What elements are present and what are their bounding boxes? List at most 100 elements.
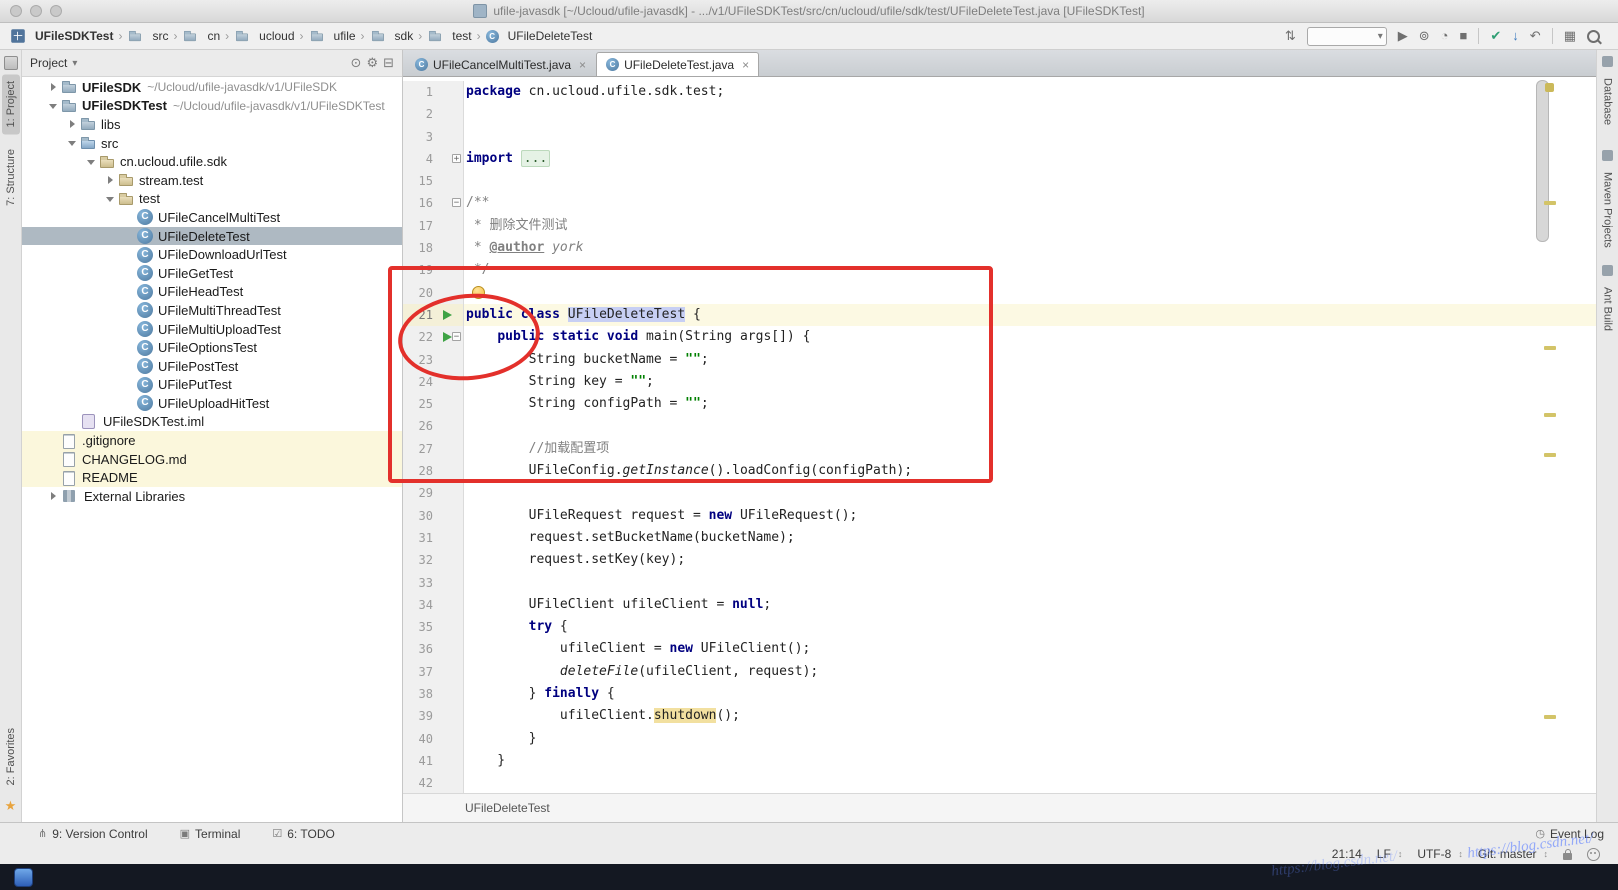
vcs-rollback-icon[interactable]: ↶ [1530,28,1541,44]
error-stripe-mark[interactable] [1544,453,1556,457]
code-text[interactable] [464,482,1596,504]
lock-icon[interactable] [1563,853,1572,860]
tree-item-ufilesdktest[interactable]: UFileSDKTest~/Ucloud/ufile-javasdk/v1/UF… [22,97,402,116]
error-stripe-mark[interactable] [1544,413,1556,417]
code-text[interactable]: * @author york [464,237,1596,259]
tree-item-ufilesdk[interactable]: UFileSDK~/Ucloud/ufile-javasdk/v1/UFileS… [22,78,402,97]
fold-icon[interactable]: − [452,332,461,341]
scroll-from-source-icon[interactable]: ⊙ [351,55,362,71]
code-line-39[interactable]: 39 ufileClient.shutdown(); [403,705,1596,727]
editor-gutter[interactable] [433,505,464,527]
code-line-18[interactable]: 18 * @author york [403,237,1596,259]
code-text[interactable]: String configPath = ""; [464,393,1596,415]
code-line-25[interactable]: 25 String configPath = ""; [403,393,1596,415]
tool-button-database[interactable]: Database [1599,71,1617,132]
dock-icon[interactable] [14,868,33,887]
tree-item-ufileheadtest[interactable]: CUFileHeadTest [22,283,402,302]
code-text[interactable]: } finally { [464,683,1596,705]
expand-arrow-icon[interactable] [104,172,118,188]
hector-inspection-icon[interactable] [1587,848,1600,861]
expand-arrow-icon[interactable] [66,116,80,132]
breadcrumb-item[interactable]: ucloud [234,28,294,44]
editor-gutter[interactable]: − [433,192,464,214]
vcs-commit-icon[interactable]: ✔ [1490,28,1501,44]
editor-gutter[interactable] [433,572,464,594]
close-tab-icon[interactable]: × [742,58,749,72]
debug-icon[interactable]: ⊚ [1419,28,1430,44]
expand-arrow-icon[interactable] [47,488,61,504]
code-line-1[interactable]: 1package cn.ucloud.ufile.sdk.test; [403,81,1596,103]
editor-gutter[interactable] [433,393,464,415]
code-text[interactable]: ufileClient = new UFileClient(); [464,638,1596,660]
code-editor[interactable]: 1package cn.ucloud.ufile.sdk.test;234+im… [403,77,1596,793]
fold-icon[interactable]: + [452,154,461,163]
run-gutter-icon[interactable] [443,332,452,342]
editor-gutter[interactable] [433,728,464,750]
tree-item-ufileposttest[interactable]: CUFilePostTest [22,357,402,376]
code-line-26[interactable]: 26 [403,415,1596,437]
editor-gutter[interactable] [433,638,464,660]
editor-scrollbar[interactable] [1536,80,1549,242]
code-line-27[interactable]: 27 //加载配置项 [403,438,1596,460]
editor-gutter[interactable] [433,616,464,638]
code-text[interactable]: request.setBucketName(bucketName); [464,527,1596,549]
editor-gutter[interactable] [433,661,464,683]
breadcrumb-item[interactable]: src [127,28,168,44]
code-line-20[interactable]: 20 [403,282,1596,304]
editor-gutter[interactable] [433,103,464,125]
editor-breadcrumb[interactable]: UFileDeleteTest [465,801,550,815]
tree-item-cn-ucloud-ufile-sdk[interactable]: cn.ucloud.ufile.sdk [22,152,402,171]
editor-gutter[interactable] [433,415,464,437]
expand-arrow-icon[interactable] [66,135,80,151]
tree-item-libs[interactable]: libs [22,115,402,134]
editor-gutter[interactable] [433,371,464,393]
editor-gutter[interactable] [433,683,464,705]
tool-button-ant-build[interactable]: Ant Build [1599,280,1617,338]
expand-arrow-icon[interactable] [85,154,99,170]
tree-item-readme[interactable]: README [22,468,402,487]
tool-button-todo[interactable]: ☑ 6: TODO [272,827,334,841]
breadcrumb-item[interactable]: CUFileDeleteTest [486,29,593,43]
code-line-17[interactable]: 17 * 删除文件测试 [403,215,1596,237]
editor-gutter[interactable] [433,750,464,772]
code-line-41[interactable]: 41 } [403,750,1596,772]
editor-gutter[interactable] [433,282,464,304]
code-text[interactable]: } [464,750,1596,772]
editor-gutter[interactable] [433,259,464,281]
editor-gutter[interactable] [433,304,464,326]
code-line-22[interactable]: 22− public static void main(String args[… [403,326,1596,348]
breadcrumb-item[interactable]: sdk [370,28,414,44]
code-line-3[interactable]: 3 [403,126,1596,148]
code-text[interactable]: request.setKey(key); [464,549,1596,571]
code-line-4[interactable]: 4+import ... [403,148,1596,170]
code-text[interactable]: try { [464,616,1596,638]
code-line-35[interactable]: 35 try { [403,616,1596,638]
run-gutter-icon[interactable] [443,310,452,320]
tree-item-ufileoptionstest[interactable]: CUFileOptionsTest [22,338,402,357]
code-line-31[interactable]: 31 request.setBucketName(bucketName); [403,527,1596,549]
tab-ufilecancelmultitest[interactable]: C UFileCancelMultiTest.java × [405,52,596,76]
code-line-19[interactable]: 19 */ [403,259,1596,281]
intention-bulb-icon[interactable] [472,286,485,299]
code-text[interactable]: */ [464,259,1596,281]
tool-window-switcher-icon[interactable] [4,56,18,70]
code-line-34[interactable]: 34 UFileClient ufileClient = null; [403,594,1596,616]
editor-gutter[interactable] [433,705,464,727]
code-text[interactable] [464,170,1596,192]
code-text[interactable]: ufileClient.shutdown(); [464,705,1596,727]
code-line-38[interactable]: 38 } finally { [403,683,1596,705]
coverage-icon[interactable]: ◔ [1441,28,1449,44]
editor-gutter[interactable] [433,772,464,793]
tree-item-stream-test[interactable]: stream.test [22,171,402,190]
code-line-36[interactable]: 36 ufileClient = new UFileClient(); [403,638,1596,660]
layout-grid-icon[interactable]: ▦ [1564,28,1576,44]
code-line-29[interactable]: 29 [403,482,1596,504]
tool-button-terminal[interactable]: ▣ Terminal [180,827,241,841]
hide-panel-icon[interactable]: ⊟ [383,55,394,71]
fold-icon[interactable]: − [452,198,461,207]
editor-gutter[interactable] [433,126,464,148]
tab-ufiledeletetest[interactable]: C UFileDeleteTest.java × [596,52,759,76]
expand-arrow-icon[interactable] [47,98,61,114]
breadcrumb-item[interactable]: UFileSDKTest [10,28,113,44]
tool-button-version-control[interactable]: ⋔ 9: Version Control [38,827,148,841]
